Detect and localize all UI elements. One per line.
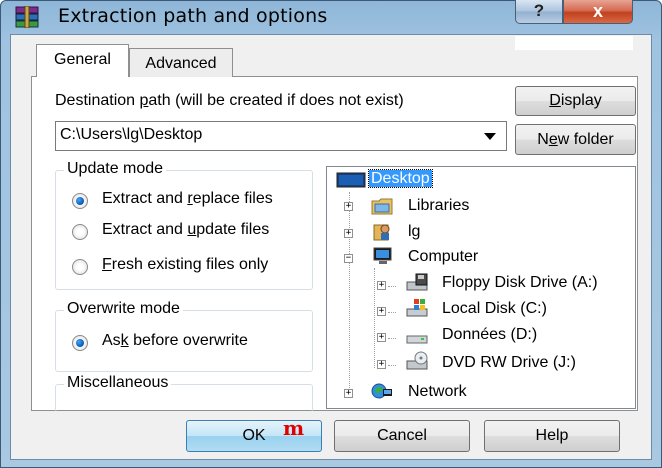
update-mode-title: Update mode <box>64 160 167 178</box>
expand-icon[interactable]: + <box>377 333 386 342</box>
radio-label-ask-before-overwrite[interactable]: Ask before overwrite <box>102 332 248 350</box>
close-button[interactable]: x <box>563 0 633 24</box>
expand-icon[interactable]: + <box>344 202 353 211</box>
radio-ask-before-overwrite[interactable] <box>72 335 88 351</box>
help-button[interactable]: Help <box>484 420 620 452</box>
tree-connector <box>388 338 396 339</box>
local-disk-icon <box>406 299 428 317</box>
overwrite-mode-title: Overwrite mode <box>64 300 183 318</box>
destination-path-value[interactable]: C:\Users\lg\Desktop <box>60 126 202 144</box>
network-icon <box>371 383 392 399</box>
tree-item-computer[interactable]: Computer <box>408 248 478 266</box>
title-bar[interactable]: Extraction path and options ? x <box>0 0 662 34</box>
tree-connector <box>388 312 396 313</box>
tree-item-donnees[interactable]: Données (D:) <box>442 326 537 344</box>
tree-item-local-disk[interactable]: Local Disk (C:) <box>442 300 547 318</box>
radio-extract-update[interactable] <box>72 224 88 240</box>
cursor-marker-icon: m <box>283 416 305 440</box>
radio-extract-replace[interactable] <box>72 193 88 209</box>
radio-label-extract-update[interactable]: Extract and update files <box>102 221 269 239</box>
collapse-icon[interactable]: − <box>344 254 353 263</box>
tree-item-libraries[interactable]: Libraries <box>408 197 469 215</box>
window-title: Extraction path and options <box>58 5 328 27</box>
winrar-books-icon <box>15 6 39 28</box>
title-area-strip <box>515 36 633 50</box>
expand-icon[interactable]: + <box>377 281 386 290</box>
radio-label-extract-replace[interactable]: Extract and replace files <box>102 190 273 208</box>
help-title-button[interactable]: ? <box>515 0 563 24</box>
tree-connector <box>374 268 375 368</box>
question-icon: ? <box>533 1 545 20</box>
libraries-folder-icon <box>371 198 393 215</box>
expand-icon[interactable]: + <box>344 229 353 238</box>
display-button[interactable]: Display <box>515 86 636 116</box>
tree-item-desktop[interactable]: Desktop <box>368 169 433 188</box>
close-icon: x <box>592 1 603 21</box>
tree-item-lg[interactable]: lg <box>408 223 420 241</box>
tab-general[interactable]: General <box>36 44 129 77</box>
radio-label-fresh-existing[interactable]: Fresh existing files only <box>102 256 268 274</box>
radio-fresh-existing[interactable] <box>72 259 88 275</box>
tab-advanced[interactable]: Advanced <box>129 48 233 77</box>
dvd-drive-icon <box>406 351 428 370</box>
floppy-drive-icon <box>406 273 428 291</box>
tree-connector <box>349 192 350 394</box>
miscellaneous-title: Miscellaneous <box>64 374 172 392</box>
cancel-button[interactable]: Cancel <box>334 420 470 452</box>
expand-icon[interactable]: + <box>377 360 386 369</box>
tree-item-network[interactable]: Network <box>408 383 467 401</box>
tree-item-floppy[interactable]: Floppy Disk Drive (A:) <box>442 274 598 292</box>
expand-icon[interactable]: + <box>344 389 353 398</box>
desktop-icon <box>336 172 366 188</box>
new-folder-button[interactable]: New folder <box>515 124 636 155</box>
computer-icon <box>373 247 392 264</box>
chevron-down-icon[interactable] <box>484 133 496 140</box>
tree-item-dvd[interactable]: DVD RW Drive (J:) <box>442 354 576 372</box>
tree-connector <box>388 365 396 366</box>
tree-connector <box>388 286 396 287</box>
expand-icon[interactable]: + <box>377 307 386 316</box>
user-icon <box>373 224 390 241</box>
hard-drive-icon <box>406 335 428 344</box>
destination-path-label: Destination path (will be created if doe… <box>55 92 404 109</box>
